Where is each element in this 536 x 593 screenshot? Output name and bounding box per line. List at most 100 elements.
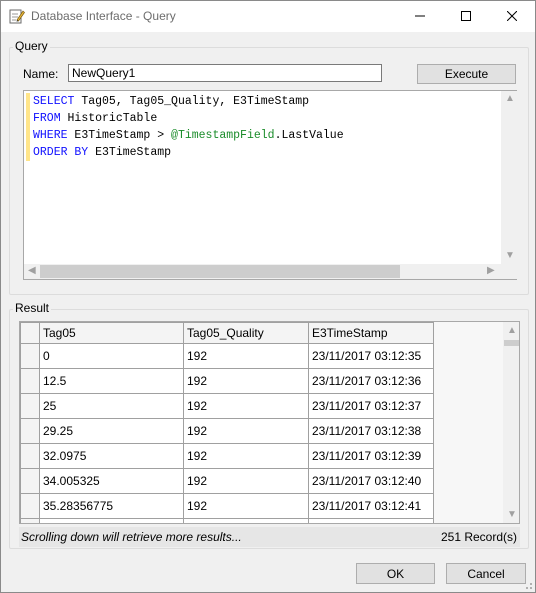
grid-vertical-scrollbar[interactable]: ▲ ▼ — [503, 322, 519, 523]
status-bar: Scrolling down will retrieve more result… — [19, 527, 520, 547]
column-header-tag05[interactable]: Tag05 — [39, 322, 184, 344]
close-icon — [507, 11, 517, 21]
sql-editor[interactable]: SELECT Tag05, Tag05_Quality, E3TimeStamp… — [23, 90, 517, 280]
scrollbar-corner — [501, 264, 517, 279]
query-group-label: Query — [13, 39, 50, 53]
editor-horizontal-scrollbar[interactable]: ◀ ▶ — [24, 264, 501, 279]
table-cell[interactable]: 192 — [183, 418, 309, 444]
table-cell[interactable]: 35.28356775 — [39, 493, 184, 519]
table-row[interactable]: 34.005325 192 23/11/2017 03:12:40 — [20, 468, 434, 494]
row-header[interactable] — [20, 368, 40, 394]
changed-line-marker — [26, 110, 30, 127]
query-dialog-window: Database Interface - Query Query Name: E… — [0, 0, 536, 593]
close-button[interactable] — [489, 1, 535, 32]
sql-code-text: ORDER BY E3TimeStamp — [33, 146, 171, 159]
table-cell[interactable]: 0 — [39, 343, 184, 369]
query-pencil-icon — [9, 8, 25, 24]
sql-keyword: ORDER BY — [33, 146, 89, 159]
sql-token: E3TimeStamp — [88, 146, 172, 159]
horizontal-scroll-thumb[interactable] — [40, 265, 400, 278]
resize-grip-icon[interactable] — [522, 579, 534, 593]
table-row[interactable]: 29.25 192 23/11/2017 03:12:38 — [20, 418, 434, 444]
status-message: Scrolling down will retrieve more result… — [21, 530, 242, 544]
sql-token: .LastValue — [274, 129, 344, 142]
table-cell[interactable]: 192 — [183, 468, 309, 494]
table-cell[interactable]: 23/11/2017 03:12:41 — [308, 493, 434, 519]
table-row[interactable] — [20, 518, 434, 523]
sql-token: HistoricTable — [60, 112, 158, 125]
query-name-input[interactable] — [68, 64, 382, 82]
scroll-right-icon[interactable]: ▶ — [487, 266, 495, 276]
table-cell[interactable]: 34.005325 — [39, 468, 184, 494]
row-header-corner[interactable] — [20, 322, 40, 344]
table-cell[interactable]: 192 — [183, 368, 309, 394]
table-header-row: Tag05 Tag05_Quality E3TimeStamp — [20, 322, 434, 344]
scroll-left-icon[interactable]: ◀ — [28, 266, 36, 276]
result-grid[interactable]: Tag05 Tag05_Quality E3TimeStamp 0 192 23/1… — [19, 321, 520, 524]
table-row[interactable]: 12.5 192 23/11/2017 03:12:36 — [20, 368, 434, 394]
changed-line-marker — [26, 93, 30, 110]
changed-line-marker — [26, 127, 30, 144]
editor-vertical-scrollbar[interactable]: ▲ ▼ — [501, 91, 517, 264]
row-header[interactable] — [20, 418, 40, 444]
table-row[interactable]: 25 192 23/11/2017 03:12:37 — [20, 393, 434, 419]
record-count: 251 Record(s) — [440, 530, 517, 544]
execute-button[interactable]: Execute — [417, 64, 516, 84]
row-header[interactable] — [20, 493, 40, 519]
sql-keyword: FROM — [33, 112, 61, 125]
table-row[interactable]: 32.0975 192 23/11/2017 03:12:39 — [20, 443, 434, 469]
column-header-tag05-quality[interactable]: Tag05_Quality — [183, 322, 309, 344]
scroll-up-icon[interactable]: ▲ — [507, 326, 517, 336]
table-cell[interactable]: 32.0975 — [39, 443, 184, 469]
table-row[interactable]: 0 192 23/11/2017 03:12:35 — [20, 343, 434, 369]
table-cell[interactable]: 23/11/2017 03:12:38 — [308, 418, 434, 444]
table-cell[interactable]: 192 — [183, 443, 309, 469]
result-table: Tag05 Tag05_Quality E3TimeStamp 0 192 23/1… — [20, 322, 434, 523]
row-header[interactable] — [20, 518, 40, 523]
table-cell[interactable]: 23/11/2017 03:12:35 — [308, 343, 434, 369]
column-header-e3timestamp[interactable]: E3TimeStamp — [308, 322, 434, 344]
grid-scroll-thumb[interactable] — [504, 340, 519, 346]
name-label: Name: — [23, 67, 59, 81]
row-header[interactable] — [20, 393, 40, 419]
table-cell[interactable]: 23/11/2017 03:12:40 — [308, 468, 434, 494]
table-cell[interactable]: 192 — [183, 493, 309, 519]
row-header[interactable] — [20, 343, 40, 369]
sql-code-text: SELECT Tag05, Tag05_Quality, E3TimeStamp — [33, 95, 309, 108]
window-title: Database Interface - Query — [31, 9, 176, 23]
result-group-label: Result — [13, 301, 52, 315]
table-cell[interactable]: 23/11/2017 03:12:37 — [308, 393, 434, 419]
minimize-button[interactable] — [397, 1, 443, 32]
table-cell[interactable] — [308, 518, 434, 523]
sql-keyword: WHERE — [33, 129, 68, 142]
sql-variable: @TimestampField — [171, 129, 275, 142]
scroll-up-icon[interactable]: ▲ — [505, 94, 515, 104]
sql-token: Tag05, Tag05_Quality, E3TimeStamp — [74, 95, 310, 108]
changed-line-marker — [26, 144, 30, 161]
scroll-down-icon[interactable]: ▼ — [505, 251, 515, 261]
title-bar[interactable]: Database Interface - Query — [1, 1, 535, 32]
table-cell[interactable] — [183, 518, 309, 523]
row-header[interactable] — [20, 443, 40, 469]
table-cell[interactable]: 192 — [183, 343, 309, 369]
sql-code-text: WHERE E3TimeStamp > @TimestampField.Last… — [33, 129, 344, 142]
table-row[interactable]: 35.28356775 192 23/11/2017 03:12:41 — [20, 493, 434, 519]
table-cell[interactable] — [39, 518, 184, 523]
table-cell[interactable]: 12.5 — [39, 368, 184, 394]
sql-code-area[interactable]: SELECT Tag05, Tag05_Quality, E3TimeStamp… — [24, 91, 501, 264]
sql-code-text: FROM HistoricTable — [33, 112, 157, 125]
table-cell[interactable]: 25 — [39, 393, 184, 419]
ok-button[interactable]: OK — [356, 563, 435, 584]
table-cell[interactable]: 23/11/2017 03:12:39 — [308, 443, 434, 469]
maximize-icon — [461, 11, 471, 21]
sql-token: E3TimeStamp > — [67, 129, 172, 142]
scroll-down-icon[interactable]: ▼ — [507, 510, 517, 520]
table-cell[interactable]: 192 — [183, 393, 309, 419]
table-cell[interactable]: 23/11/2017 03:12:36 — [308, 368, 434, 394]
sql-keyword: SELECT — [33, 95, 75, 108]
row-header[interactable] — [20, 468, 40, 494]
maximize-button[interactable] — [443, 1, 489, 32]
cancel-button[interactable]: Cancel — [446, 563, 526, 584]
table-cell[interactable]: 29.25 — [39, 418, 184, 444]
minimize-icon — [415, 15, 425, 17]
